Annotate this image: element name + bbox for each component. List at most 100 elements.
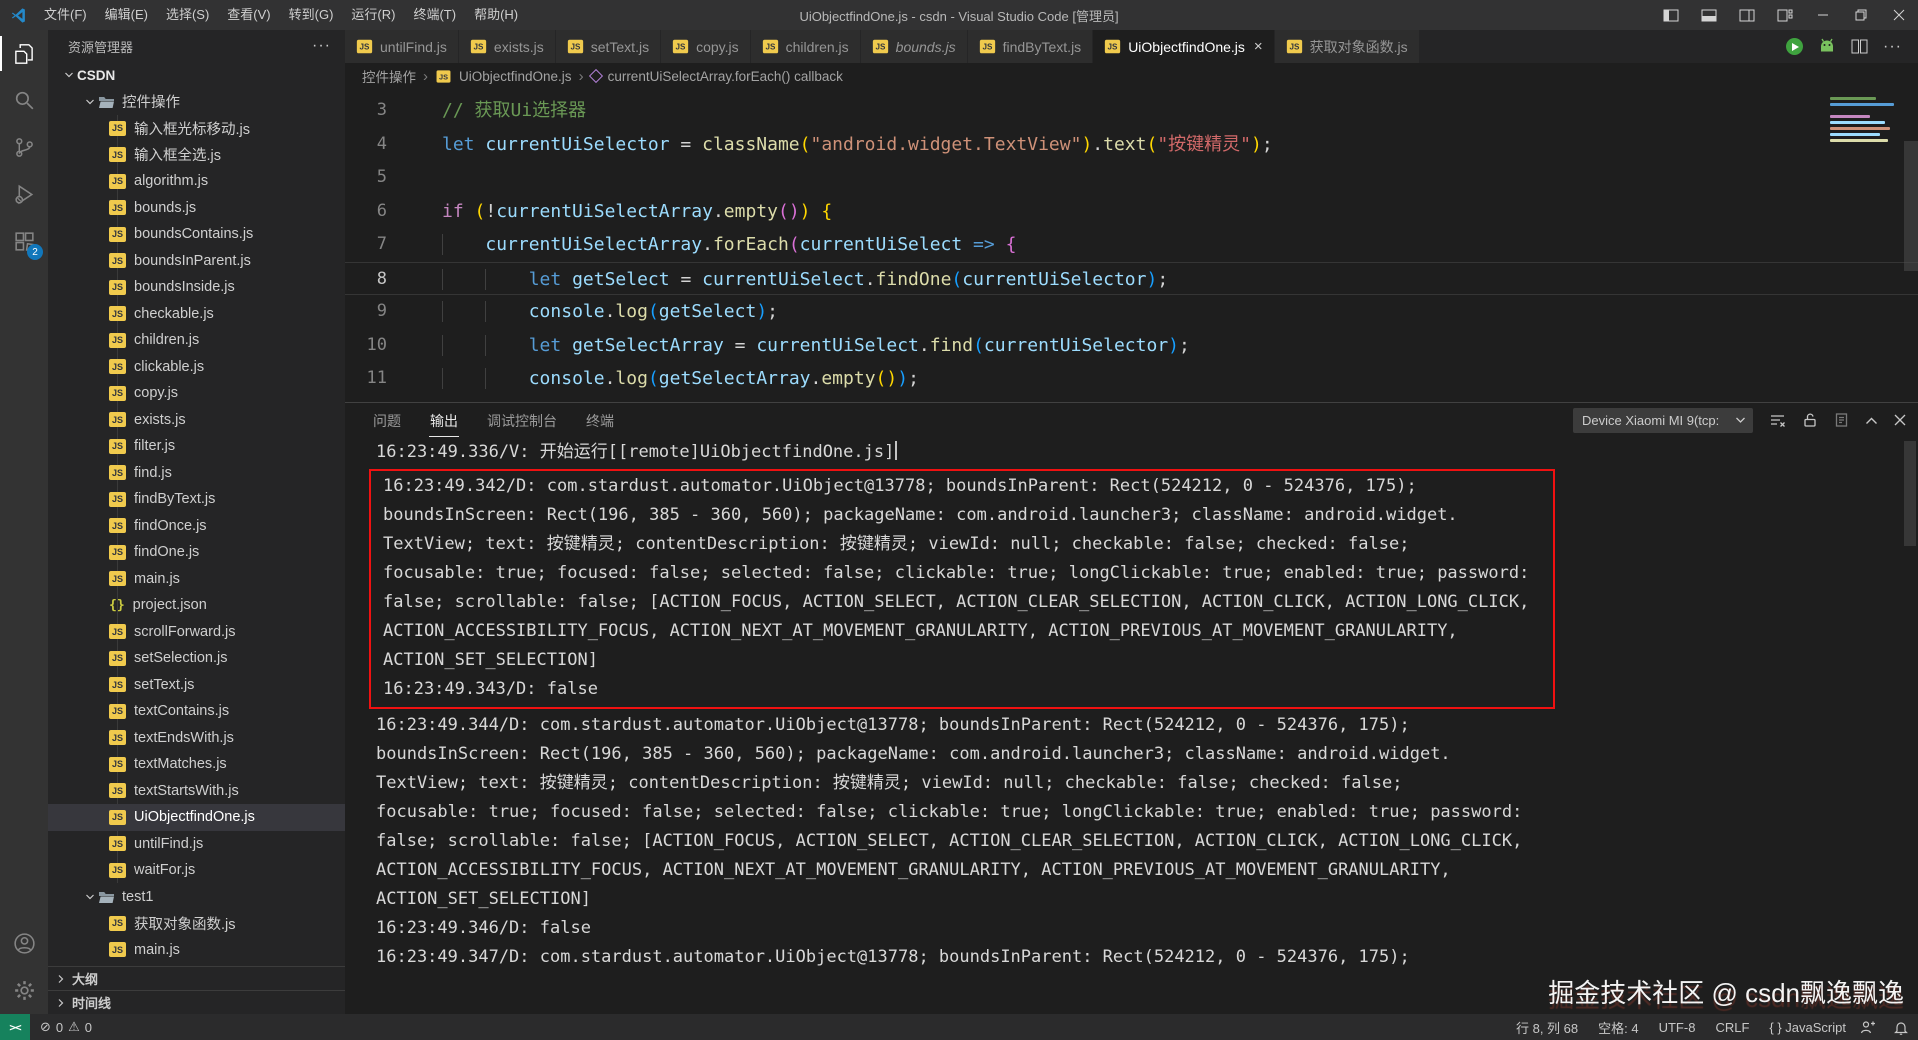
editor-tab[interactable]: JSchildren.js	[751, 30, 860, 63]
editor-tab[interactable]: JScopy.js	[661, 30, 750, 63]
menu-item[interactable]: 运行(R)	[342, 0, 404, 30]
tree-item[interactable]: JSUiObjectfindOne.js	[48, 804, 345, 831]
run-script-icon[interactable]	[1786, 38, 1803, 55]
tree-item[interactable]: JSboundsInside.js	[48, 274, 345, 301]
output-scrollbar[interactable]	[1904, 441, 1916, 546]
menu-item[interactable]: 编辑(E)	[96, 0, 157, 30]
menu-item[interactable]: 文件(F)	[35, 0, 96, 30]
sidebar-section-大纲[interactable]: 大纲	[48, 966, 345, 990]
tree-item[interactable]: JS输入框全选.js	[48, 142, 345, 169]
tree-item[interactable]: JSuntilFind.js	[48, 831, 345, 858]
explorer-more-actions-icon[interactable]: ···	[312, 37, 331, 55]
run-debug-icon[interactable]	[0, 171, 48, 218]
close-icon[interactable]: ×	[1254, 38, 1263, 55]
tree-item[interactable]: JSfindOnce.js	[48, 513, 345, 540]
editor-tab[interactable]: JSfindByText.js	[968, 30, 1093, 63]
menu-item[interactable]: 转到(G)	[280, 0, 343, 30]
tree-item[interactable]: JSbounds.js	[48, 195, 345, 222]
toggle-secondary-sidebar-icon[interactable]	[1728, 0, 1766, 30]
panel-tab-终端[interactable]: 终端	[585, 404, 615, 437]
settings-gear-icon[interactable]	[0, 967, 48, 1014]
tree-item[interactable]: JSchildren.js	[48, 327, 345, 354]
tree-item[interactable]: JSexists.js	[48, 407, 345, 434]
problems-status[interactable]: ⊘ 0 ⚠ 0	[30, 1019, 102, 1035]
tree-item[interactable]: JStextStartsWith.js	[48, 778, 345, 805]
device-selector-dropdown[interactable]: Device Xiaomi MI 9(tcp:	[1573, 408, 1753, 433]
tree-folder-row[interactable]: 控件操作	[48, 89, 345, 116]
code-editor[interactable]: 3// 获取Ui选择器4let currentUiSelector = clas…	[345, 89, 1918, 402]
status-indentation[interactable]: 空格: 4	[1598, 1018, 1638, 1037]
menu-item[interactable]: 查看(V)	[218, 0, 279, 30]
menu-item[interactable]: 选择(S)	[157, 0, 218, 30]
tree-item[interactable]: JSclickable.js	[48, 354, 345, 381]
menu-item[interactable]: 终端(T)	[404, 0, 465, 30]
status-eol-sequence[interactable]: CRLF	[1715, 1020, 1749, 1035]
editor-tab[interactable]: JSsetText.js	[556, 30, 660, 63]
close-window-button[interactable]	[1880, 0, 1918, 30]
tree-item[interactable]: JSscrollForward.js	[48, 619, 345, 646]
notifications-bell-icon[interactable]	[1894, 1020, 1908, 1035]
status-encoding[interactable]: UTF-8	[1659, 1020, 1696, 1035]
tree-item[interactable]: JS获取对象函数.js	[48, 910, 345, 937]
tree-item[interactable]: {}project.json	[48, 592, 345, 619]
menu-item[interactable]: 帮助(H)	[465, 0, 527, 30]
tree-item[interactable]: JSmain.js	[48, 566, 345, 593]
open-log-file-icon[interactable]	[1834, 412, 1849, 428]
panel-tab-调试控制台[interactable]: 调试控制台	[486, 404, 558, 437]
remote-indicator[interactable]: ><	[0, 1014, 30, 1040]
sidebar-section-时间线[interactable]: 时间线	[48, 990, 345, 1014]
tree-item[interactable]: JStextMatches.js	[48, 751, 345, 778]
tree-item[interactable]: JSfindOne.js	[48, 539, 345, 566]
customize-layout-icon[interactable]	[1766, 0, 1804, 30]
toggle-sidebar-icon[interactable]	[1652, 0, 1690, 30]
status-language-mode[interactable]: { } JavaScript	[1769, 1020, 1846, 1035]
tree-folder-row[interactable]: test1	[48, 884, 345, 911]
clear-output-icon[interactable]	[1769, 412, 1786, 428]
tree-folder-row[interactable]: CSDN	[48, 62, 345, 89]
search-icon[interactable]	[0, 77, 48, 124]
restore-button[interactable]	[1842, 0, 1880, 30]
editor-tab[interactable]: JSexists.js	[459, 30, 555, 63]
status-cursor-position[interactable]: 行 8, 列 68	[1516, 1018, 1578, 1037]
breadcrumb-item[interactable]: 控件操作	[362, 66, 416, 86]
tree-item[interactable]: JS输入框光标移动.js	[48, 115, 345, 142]
maximize-panel-icon[interactable]	[1865, 416, 1878, 425]
android-device-icon[interactable]	[1818, 38, 1836, 55]
extensions-icon[interactable]: 2	[0, 218, 48, 265]
editor-tab[interactable]: JSuntilFind.js	[345, 30, 458, 63]
accounts-icon[interactable]	[0, 920, 48, 967]
tree-item[interactable]: JSmain.js	[48, 937, 345, 964]
tree-item[interactable]: JScheckable.js	[48, 301, 345, 328]
unlock-icon[interactable]	[1802, 412, 1818, 428]
tree-item[interactable]: JScopy.js	[48, 380, 345, 407]
explorer-icon[interactable]	[0, 30, 48, 77]
tree-item[interactable]: JSsetSelection.js	[48, 645, 345, 672]
editor-tab[interactable]: JSUiObjectfindOne.js×	[1093, 30, 1273, 63]
tree-item[interactable]: JStextContains.js	[48, 698, 345, 725]
source-control-icon[interactable]	[0, 124, 48, 171]
editor-tab[interactable]: JSbounds.js	[861, 30, 967, 63]
close-panel-icon[interactable]	[1894, 414, 1906, 426]
tree-item[interactable]: JSfind.js	[48, 460, 345, 487]
output-console[interactable]: 16:23:49.336/V: 开始运行[[remote]UiObjectfin…	[345, 437, 1918, 1014]
editor-tab[interactable]: JS获取对象函数.js	[1275, 30, 1419, 63]
panel-tab-问题[interactable]: 问题	[372, 404, 402, 437]
split-editor-icon[interactable]	[1851, 39, 1868, 54]
minimize-button[interactable]	[1804, 0, 1842, 30]
toggle-panel-icon[interactable]	[1690, 0, 1728, 30]
account-sync-icon[interactable]	[1860, 1020, 1876, 1034]
tree-item[interactable]: JSalgorithm.js	[48, 168, 345, 195]
editor-scrollbar[interactable]	[1904, 141, 1918, 271]
tree-item[interactable]: JSwaitFor.js	[48, 857, 345, 884]
tree-item[interactable]: JSfindByText.js	[48, 486, 345, 513]
tree-item[interactable]: JSfilter.js	[48, 433, 345, 460]
tree-item[interactable]: JStextEndsWith.js	[48, 725, 345, 752]
tree-item[interactable]: JSboundsContains.js	[48, 221, 345, 248]
breadcrumb-item[interactable]: currentUiSelectArray.forEach() callback	[608, 69, 843, 84]
minimap[interactable]	[1830, 94, 1902, 145]
more-actions-icon[interactable]: ···	[1883, 38, 1902, 56]
tree-item[interactable]: JSsetText.js	[48, 672, 345, 699]
tree-item[interactable]: JSboundsInParent.js	[48, 248, 345, 275]
panel-tab-输出[interactable]: 输出	[429, 404, 459, 437]
breadcrumb-item[interactable]: UiObjectfindOne.js	[459, 69, 572, 84]
